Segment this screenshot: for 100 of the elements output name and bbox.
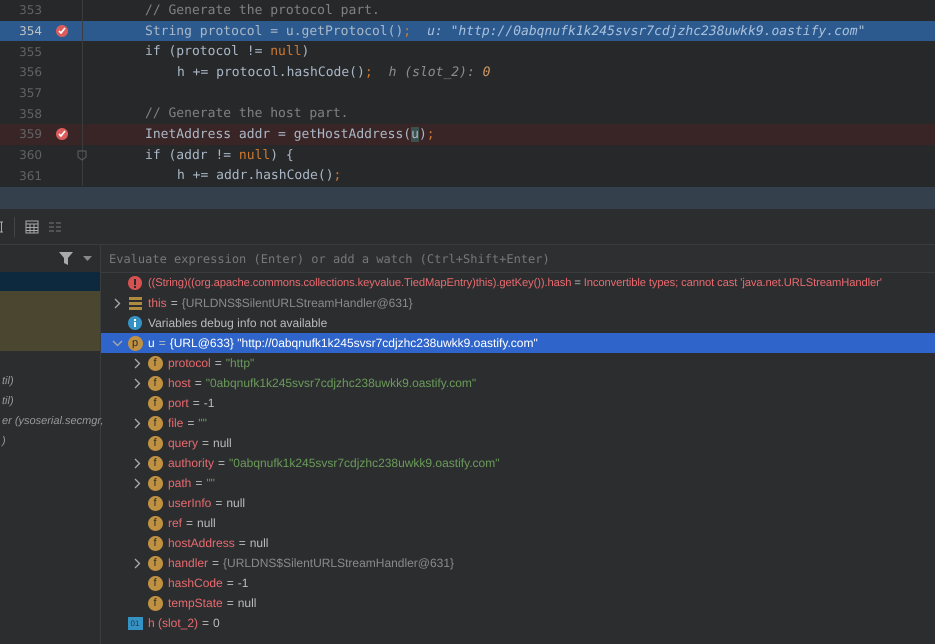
field-badge-icon: f [148,596,162,610]
field-badge-icon: f [148,376,162,390]
variable-row[interactable]: f protocol = "http" [101,353,935,373]
variable-name: file [168,416,184,430]
variable-row[interactable]: f path = "" [101,473,935,493]
field-badge-icon: f [148,416,162,430]
equals-sign: = [238,536,246,550]
equals-sign: = [187,416,194,430]
code-text: if (protocol != [145,44,264,60]
variable-name: u [148,336,155,350]
frame-item[interactable]: ) [2,435,6,447]
layout-icon[interactable] [49,220,61,232]
variable-value: "" [206,476,215,490]
code-text: h += addr.hashCode() [177,168,334,184]
variable-row[interactable]: f hostAddress = null [101,533,935,553]
equals-sign: = [215,496,222,510]
dropdown-caret-icon[interactable] [83,256,92,261]
table-icon[interactable] [25,220,39,234]
variable-value: {URL@633} "http://0abqnufk1k245svsr7cdjzhc238uwkk9.oastify.com" [170,336,538,350]
code-text: // Generate the host part. [145,106,348,122]
param-badge-icon: p [128,336,142,350]
variable-name: protocol [168,356,211,370]
variable-row[interactable]: f file = "" [101,413,935,433]
variable-row[interactable]: 01 h (slot_2) = 0 [101,613,935,633]
variable-name: this [148,296,167,310]
field-badge-icon: f [148,536,162,550]
variable-row[interactable]: f ref = null [101,513,935,533]
variable-value: {URLDNS$SilentURLStreamHandler@631} [182,296,413,310]
code-text: null [270,44,302,60]
variable-name: ref [168,516,182,530]
field-badge-icon: f [148,516,162,530]
equals-sign: = [170,296,178,310]
line-number: 355 [18,44,42,59]
frame-item[interactable]: er (ysoserial.secmgr, [2,415,104,427]
code-text: ) { [270,148,294,163]
variable-value: null [238,596,256,610]
variable-row[interactable]: f hashCode = -1 [101,573,935,593]
variable-row[interactable]: f authority = "0abqnufk1k245svsr7cdjzhc238uwkk9.oastify.com" [101,453,935,473]
variable-name: authority [168,456,214,470]
equals-sign: = [195,476,202,490]
variable-name: hostAddress [168,536,235,550]
equals-sign: = [226,596,234,610]
line-number: 354 [18,24,42,38]
frame-item[interactable]: til) [2,395,14,407]
variable-row[interactable]: f userInfo = null [101,493,935,513]
variable-row[interactable]: f port = -1 [101,393,935,413]
watch-expression-field[interactable]: Evaluate expression (Enter) or add a watch (Ctrl+Shift+Enter) [107,250,935,266]
field-badge-icon: f [148,576,162,590]
variable-name: host [168,376,191,390]
variable-value: "0abqnufk1k245svsr7cdjzhc238uwkk9.oastify.com" [229,456,500,470]
variable-name: ((String)((org.apache.commons.collections.keyvalue.TiedMapEntry)this).getKey()).hash [148,277,572,289]
variable-value: "" [198,416,207,430]
line-number: 357 [18,86,42,100]
variable-name: h (slot_2) [148,616,198,630]
code-text: // Generate the protocol part. [145,2,380,18]
code-text: String protocol = u.getProtocol() [145,24,404,39]
line-number: 353 [18,3,42,18]
line-number: 359 [18,127,42,142]
error-icon [128,276,142,290]
equals-sign: = [192,396,200,410]
equals-sign: = [218,456,226,470]
variable-value: null [226,496,246,510]
filter-icon[interactable] [59,252,73,265]
cursor-icon [0,218,4,234]
object-icon [128,296,142,310]
variable-value: -1 [238,576,248,590]
variable-value: 0 [213,616,220,630]
code-text: null [238,148,270,163]
variable-row[interactable]: f query = null [101,433,935,453]
code-text: ) [302,44,310,60]
variable-row[interactable]: this = {URLDNS$SilentURLStreamHandler@631} [101,293,935,313]
field-badge-icon: f [148,476,162,490]
frame-item[interactable]: til) [2,375,14,387]
code-text: u [411,126,419,142]
code-text: ; [403,24,412,39]
variable-name: tempState [168,596,223,610]
variable-name: query [168,436,198,450]
equals-sign: = [194,376,202,390]
variable-row[interactable]: f tempState = null [101,593,935,613]
variable-row[interactable]: ((String)((org.apache.commons.collections.keyvalue.TiedMapEntry)this).getKey()).hash = Inconvertible types; cannot cast 'java.net.URLStreamHandler' [101,273,935,293]
line-number: 356 [18,65,42,80]
field-badge-icon: f [148,436,162,450]
code-text: ; [426,126,435,142]
equals-sign: = [202,616,210,630]
code-text: ; [364,64,373,80]
variable-value: "http" [226,356,254,370]
inline-value-hint: h (slot_2): [388,64,476,80]
info-icon [128,316,142,330]
variable-row[interactable]: Variables debug info not available [101,313,935,333]
local-badge-icon: 01 [128,616,142,630]
variable-value: null [250,536,268,550]
selected-variable-row[interactable]: p u = {URL@633} "http://0abqnufk1k245svsr7cdjzhc238uwkk9.oastify.com" [101,333,935,353]
line-number: 361 [18,168,42,183]
equals-sign: = [158,336,166,350]
variable-value: Inconvertible types; cannot cast 'java.net.URLStreamHandler' [584,277,882,289]
equals-sign: = [202,436,210,450]
variable-row[interactable]: f handler = {URLDNS$SilentURLStreamHandler@631} [101,553,935,573]
variable-row[interactable]: f host = "0abqnufk1k245svsr7cdjzhc238uwkk9.oastify.com" [101,373,935,393]
inline-value-hint: u: "http://0abqnufk1k245svsr7cdjzhc238uwkk9.oastify.com" [427,24,866,39]
variable-name: handler [168,556,208,570]
